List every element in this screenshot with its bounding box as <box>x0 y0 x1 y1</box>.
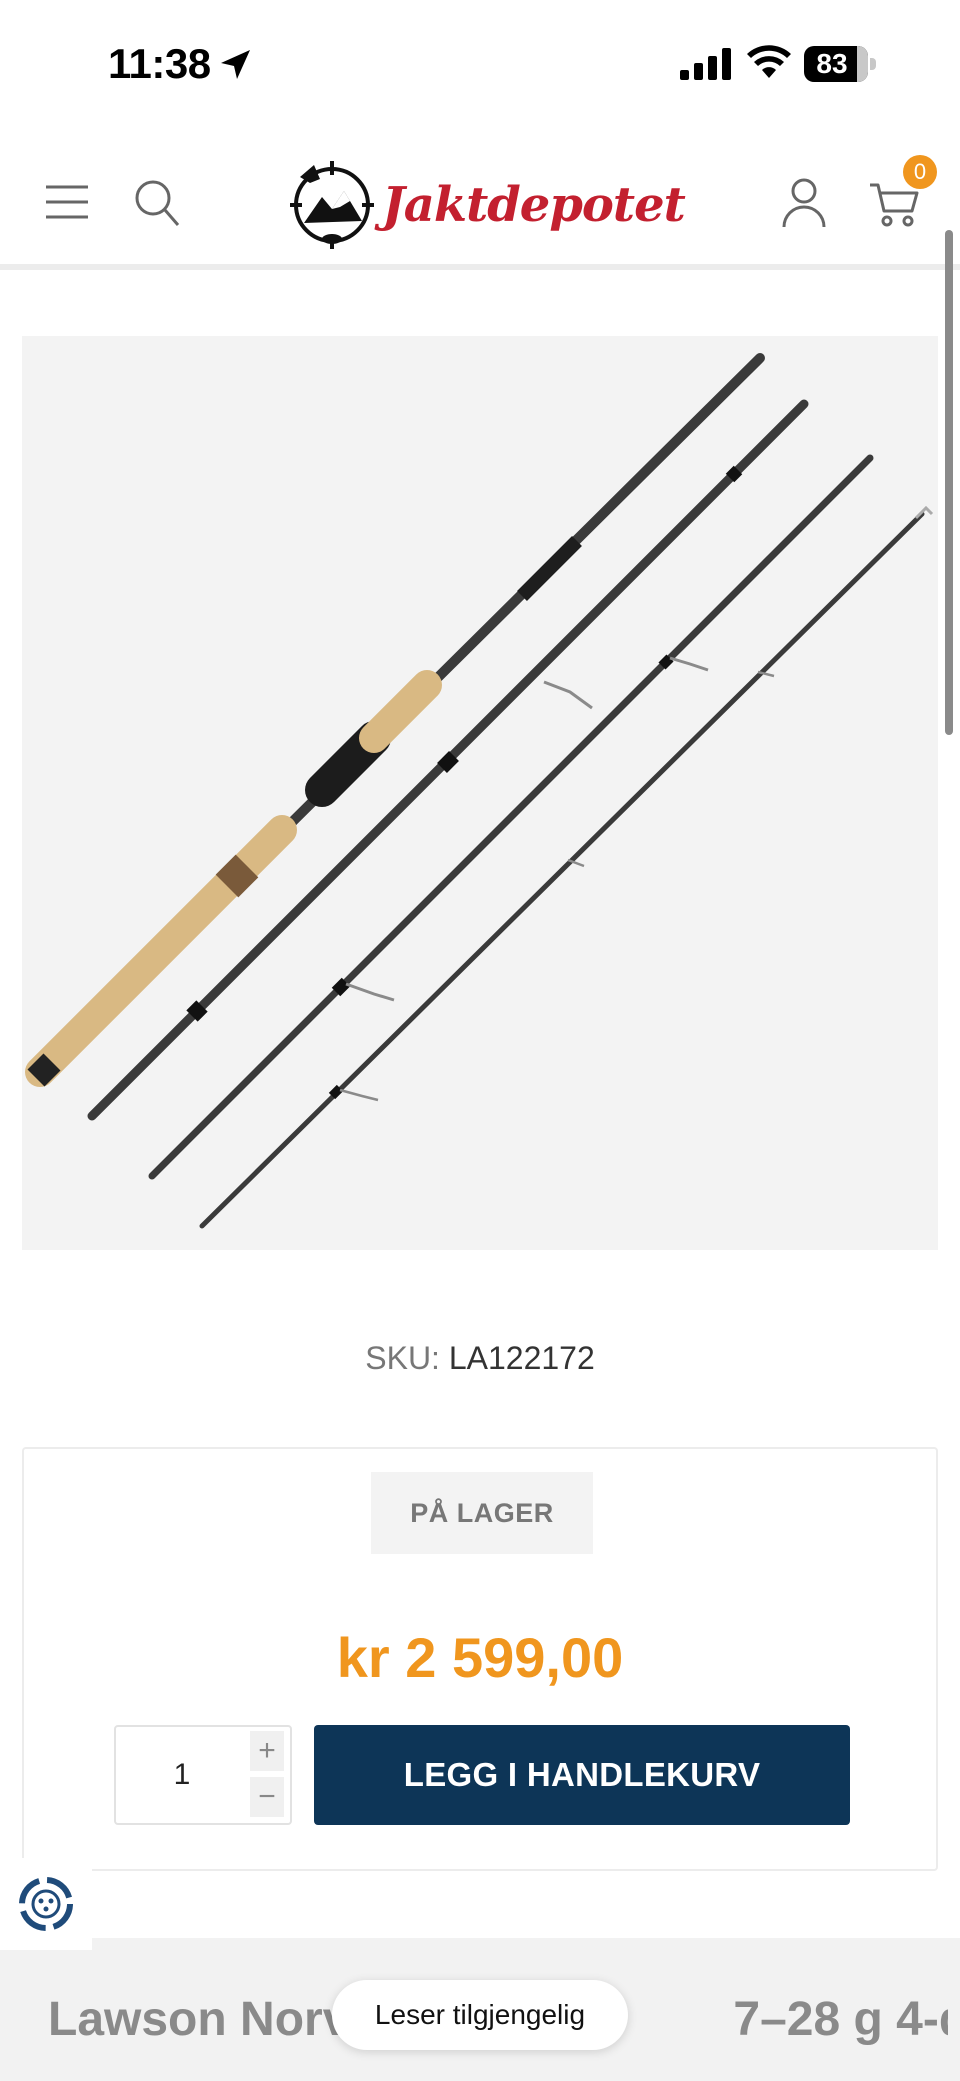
accessibility-widget-icon[interactable] <box>14 1872 78 1936</box>
stock-status-badge: PÅ LAGER <box>371 1472 593 1554</box>
logo-emblem-icon <box>290 161 374 249</box>
quantity-stepper: 1 + − <box>114 1725 292 1825</box>
scrollbar[interactable] <box>945 230 953 735</box>
site-logo[interactable]: Jaktdepotet <box>290 155 686 255</box>
buy-box: PÅ LAGER kr 2 599,00 1 + − LEGG I HANDLE… <box>22 1447 938 1871</box>
product-price: kr 2 599,00 <box>336 1626 624 1689</box>
quantity-increase-button[interactable]: + <box>250 1731 284 1771</box>
hamburger-menu-icon[interactable] <box>42 177 92 227</box>
battery-indicator: 83 <box>804 46 876 82</box>
wifi-icon <box>747 45 791 78</box>
product-title-end: 7–28 g 4-delt <box>733 1993 948 2046</box>
battery-level: 83 <box>816 48 848 79</box>
add-to-cart-button[interactable]: LEGG I HANDLEKURV <box>314 1725 850 1825</box>
sku-label: SKU: <box>365 1340 440 1376</box>
cellular-signal-icon <box>680 48 731 80</box>
sku-line: SKU: LA122172 <box>0 1340 960 1377</box>
location-arrow-icon <box>221 50 250 79</box>
reader-available-button[interactable]: Leser tilgjengelig <box>332 1980 628 2050</box>
product-image[interactable] <box>22 336 938 1250</box>
site-header: Jaktdepotet <box>0 135 960 270</box>
account-icon[interactable] <box>780 175 828 229</box>
quantity-decrease-button[interactable]: − <box>250 1777 284 1817</box>
status-time: 11:38 <box>108 40 211 87</box>
product-title-start: Lawson Norv <box>48 1993 350 2046</box>
sku-value: LA122172 <box>448 1340 595 1376</box>
logo-text: Jaktdepotet <box>382 177 686 233</box>
fishing-rod-image <box>25 353 934 1229</box>
cart-count-badge[interactable]: 0 <box>903 155 937 189</box>
search-icon[interactable] <box>132 175 182 229</box>
quantity-input[interactable]: 1 <box>116 1727 248 1823</box>
status-bar: 11:38 83 <box>0 0 960 120</box>
battery-icon: 83 <box>804 46 868 82</box>
